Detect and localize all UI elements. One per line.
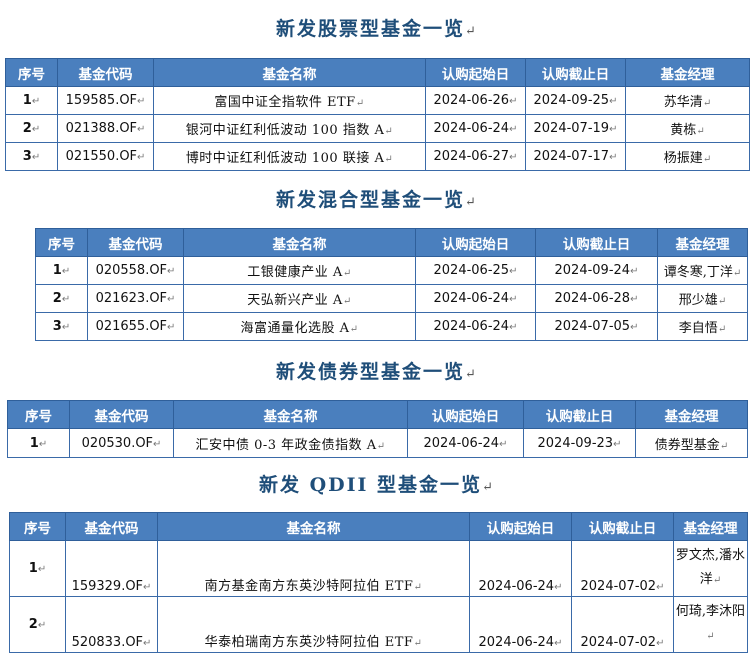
col-header-name: 基金名称 <box>173 400 408 429</box>
start-date: 2024-06-24↵ <box>469 596 572 653</box>
fund-name: 富国中证全指软件 ETF↵ <box>153 86 426 115</box>
section-title-hybrid: 新发混合型基金一览↵ <box>276 189 476 211</box>
end-date: 2024-09-23↵ <box>523 428 636 458</box>
col-header-code: 基金代码 <box>87 228 184 257</box>
start-date: 2024-06-26↵ <box>425 86 526 115</box>
fund-code: 021655.OF↵ <box>87 312 184 341</box>
end-date: 2024-07-02↵ <box>571 596 674 653</box>
start-date: 2024-06-24↵ <box>469 540 572 597</box>
stock-fund-table: 序号 基金代码 基金名称 认购起始日 认购截止日 基金经理 1↵ 159585.… <box>5 58 750 171</box>
col-header-code: 基金代码 <box>57 58 154 87</box>
col-header-name: 基金名称 <box>153 58 426 87</box>
col-header-manager: 基金经理 <box>673 512 748 541</box>
start-date: 2024-06-24↵ <box>407 428 524 458</box>
col-header-code: 基金代码 <box>65 512 158 541</box>
fund-code: 520833.OF↵ <box>65 596 158 653</box>
fund-code: 021623.OF↵ <box>87 284 184 313</box>
col-header-manager: 基金经理 <box>635 400 748 429</box>
col-header-manager: 基金经理 <box>657 228 748 257</box>
table-row: 1↵ 020530.OF↵ 汇安中债 0-3 年政金债指数 A↵ 2024-06… <box>7 428 748 458</box>
section-title-qdii: 新发 QDII 型基金一览↵ <box>259 474 493 496</box>
start-date: 2024-06-27↵ <box>425 142 526 171</box>
end-date: 2024-09-25↵ <box>525 86 626 115</box>
fund-manager: 杨振建↵ <box>625 142 750 171</box>
col-header-name: 基金名称 <box>183 228 416 257</box>
fund-name: 南方基金南方东英沙特阿拉伯 ETF↵ <box>157 540 470 597</box>
fund-name: 汇安中债 0-3 年政金债指数 A↵ <box>173 428 408 458</box>
row-no: 1↵ <box>9 540 66 597</box>
fund-manager: 罗文杰,潘水洋↵ <box>673 540 748 597</box>
table-header-row: 序号 基金代码 基金名称 认购起始日 认购截止日 基金经理 <box>35 228 748 257</box>
col-header-no: 序号 <box>7 400 70 429</box>
start-date: 2024-06-25↵ <box>415 256 536 285</box>
table-row: 1↵ 159585.OF↵ 富国中证全指软件 ETF↵ 2024-06-26↵ … <box>5 86 750 115</box>
row-no: 3↵ <box>35 312 88 341</box>
col-header-start: 认购起始日 <box>425 58 526 87</box>
row-no: 3↵ <box>5 142 58 171</box>
col-header-no: 序号 <box>35 228 88 257</box>
row-no: 1↵ <box>7 428 70 458</box>
row-no: 2↵ <box>35 284 88 313</box>
end-date: 2024-07-05↵ <box>535 312 658 341</box>
table-header-row: 序号 基金代码 基金名称 认购起始日 认购截止日 基金经理 <box>5 58 750 87</box>
fund-name: 天弘新兴产业 A↵ <box>183 284 416 313</box>
col-header-start: 认购起始日 <box>415 228 536 257</box>
row-no: 1↵ <box>5 86 58 115</box>
end-date: 2024-07-19↵ <box>525 114 626 143</box>
col-header-manager: 基金经理 <box>625 58 750 87</box>
fund-name: 华泰柏瑞南方东英沙特阿拉伯 ETF↵ <box>157 596 470 653</box>
fund-code: 020530.OF↵ <box>69 428 174 458</box>
end-date: 2024-09-24↵ <box>535 256 658 285</box>
fund-code: 159585.OF↵ <box>57 86 154 115</box>
col-header-no: 序号 <box>5 58 58 87</box>
fund-name: 博时中证红利低波动 100 联接 A↵ <box>153 142 426 171</box>
end-date: 2024-07-17↵ <box>525 142 626 171</box>
col-header-end: 认购截止日 <box>525 58 626 87</box>
qdii-fund-table: 序号 基金代码 基金名称 认购起始日 认购截止日 基金经理 1↵ 159329.… <box>9 512 748 653</box>
fund-manager: 李自悟↵ <box>657 312 748 341</box>
fund-manager: 何琦,李沐阳↵ <box>673 596 748 653</box>
start-date: 2024-06-24↵ <box>425 114 526 143</box>
fund-code: 159329.OF↵ <box>65 540 158 597</box>
col-header-start: 认购起始日 <box>407 400 524 429</box>
section-title-bond: 新发债券型基金一览↵ <box>276 361 476 383</box>
start-date: 2024-06-24↵ <box>415 284 536 313</box>
row-no: 2↵ <box>5 114 58 143</box>
fund-manager: 邢少雄↵ <box>657 284 748 313</box>
table-row: 3↵ 021550.OF↵ 博时中证红利低波动 100 联接 A↵ 2024-0… <box>5 142 750 171</box>
col-header-end: 认购截止日 <box>571 512 674 541</box>
fund-code: 021388.OF↵ <box>57 114 154 143</box>
row-no: 2↵ <box>9 596 66 653</box>
col-header-start: 认购起始日 <box>469 512 572 541</box>
col-header-name: 基金名称 <box>157 512 470 541</box>
fund-manager: 苏华清↵ <box>625 86 750 115</box>
table-row: 2↵ 021388.OF↵ 银河中证红利低波动 100 指数 A↵ 2024-0… <box>5 114 750 143</box>
fund-name: 银河中证红利低波动 100 指数 A↵ <box>153 114 426 143</box>
col-header-end: 认购截止日 <box>535 228 658 257</box>
table-header-row: 序号 基金代码 基金名称 认购起始日 认购截止日 基金经理 <box>9 512 748 541</box>
start-date: 2024-06-24↵ <box>415 312 536 341</box>
bond-fund-table: 序号 基金代码 基金名称 认购起始日 认购截止日 基金经理 1↵ 020530.… <box>7 400 748 458</box>
fund-manager: 黄栋↵ <box>625 114 750 143</box>
section-title-stock: 新发股票型基金一览↵ <box>276 18 476 40</box>
table-row: 3↵ 021655.OF↵ 海富通量化选股 A↵ 2024-06-24↵ 202… <box>35 312 748 341</box>
col-header-no: 序号 <box>9 512 66 541</box>
table-row: 2↵ 520833.OF↵ 华泰柏瑞南方东英沙特阿拉伯 ETF↵ 2024-06… <box>9 596 748 653</box>
row-no: 1↵ <box>35 256 88 285</box>
col-header-code: 基金代码 <box>69 400 174 429</box>
end-date: 2024-07-02↵ <box>571 540 674 597</box>
fund-code: 020558.OF↵ <box>87 256 184 285</box>
col-header-end: 认购截止日 <box>523 400 636 429</box>
fund-name: 工银健康产业 A↵ <box>183 256 416 285</box>
end-date: 2024-06-28↵ <box>535 284 658 313</box>
fund-name: 海富通量化选股 A↵ <box>183 312 416 341</box>
table-row: 1↵ 020558.OF↵ 工银健康产业 A↵ 2024-06-25↵ 2024… <box>35 256 748 285</box>
fund-manager: 债券型基金↵ <box>635 428 748 458</box>
fund-manager: 谭冬寒,丁洋↵ <box>657 256 748 285</box>
table-header-row: 序号 基金代码 基金名称 认购起始日 认购截止日 基金经理 <box>7 400 748 429</box>
table-row: 1↵ 159329.OF↵ 南方基金南方东英沙特阿拉伯 ETF↵ 2024-06… <box>9 540 748 597</box>
fund-code: 021550.OF↵ <box>57 142 154 171</box>
table-row: 2↵ 021623.OF↵ 天弘新兴产业 A↵ 2024-06-24↵ 2024… <box>35 284 748 313</box>
hybrid-fund-table: 序号 基金代码 基金名称 认购起始日 认购截止日 基金经理 1↵ 020558.… <box>35 228 748 341</box>
